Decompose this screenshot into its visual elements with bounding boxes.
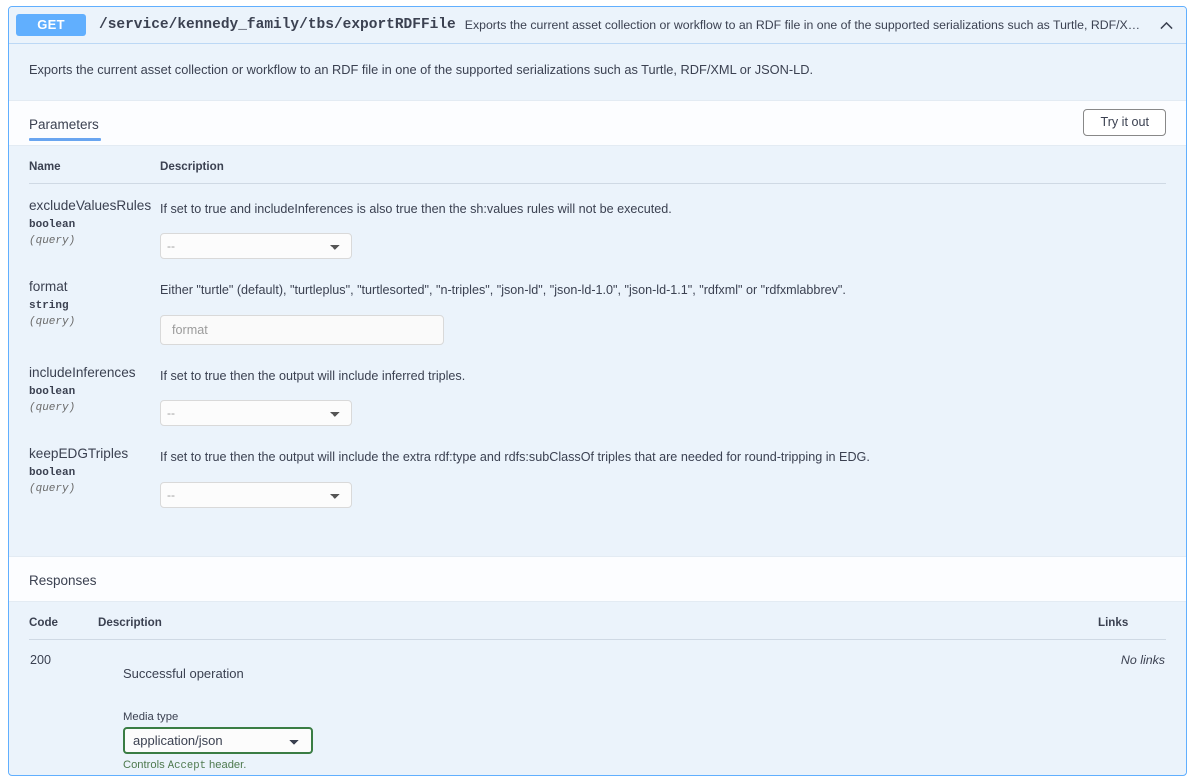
parameter-name-cell: excludeValuesRules boolean (query) xyxy=(29,183,160,265)
parameter-type: boolean xyxy=(29,386,160,398)
chevron-up-icon[interactable] xyxy=(1156,15,1176,35)
parameter-control-wrapper: -- xyxy=(160,482,1166,508)
parameter-location: (query) xyxy=(29,483,160,495)
parameter-name-cell: includeInferences boolean (query) xyxy=(29,351,160,433)
table-row: 200 Successful operation Media type appl… xyxy=(29,640,1166,774)
parameter-location: (query) xyxy=(29,316,160,328)
table-row: format string (query) Either "turtle" (d… xyxy=(29,265,1166,351)
media-hint-prefix: Controls xyxy=(123,759,168,771)
responses-section-header: Responses xyxy=(9,556,1186,602)
operation-block: GET /service/kennedy_family/tbs/exportRD… xyxy=(8,6,1187,776)
responses-title: Responses xyxy=(29,556,97,603)
table-row: excludeValuesRules boolean (query) If se… xyxy=(29,183,1166,265)
response-description-cell: Successful operation Media type applicat… xyxy=(98,640,1098,774)
responses-table-area: Code Description Links 200 Successful op… xyxy=(9,602,1186,773)
column-header-name: Name xyxy=(29,146,160,184)
parameter-description-cell: If set to true and includeInferences is … xyxy=(160,183,1166,265)
parameter-control-wrapper: -- xyxy=(160,400,1166,426)
parameter-name-cell: keepEDGTriples boolean (query) xyxy=(29,432,160,514)
operation-path: /service/kennedy_family/tbs/exportRDFFil… xyxy=(99,17,456,33)
parameters-table-header-row: Name Description xyxy=(29,146,1166,184)
parameter-description: If set to true then the output will incl… xyxy=(160,446,1166,467)
parameter-description: If set to true and includeInferences is … xyxy=(160,198,1166,219)
parameters-section-header: Parameters Try it out xyxy=(9,100,1186,146)
column-header-description: Description xyxy=(160,146,1166,184)
parameter-type: boolean xyxy=(29,219,160,231)
media-type-label: Media type xyxy=(123,711,1097,723)
column-header-links: Links xyxy=(1098,602,1166,640)
parameter-name: keepEDGTriples xyxy=(29,446,160,463)
includeinferences-select[interactable]: -- xyxy=(160,400,352,426)
table-row: keepEDGTriples boolean (query) If set to… xyxy=(29,432,1166,514)
operation-body: Exports the current asset collection or … xyxy=(9,43,1186,773)
keepedgtriples-select[interactable]: -- xyxy=(160,482,352,508)
media-type-block: Media type application/json Controls Acc… xyxy=(99,711,1097,772)
table-row: includeInferences boolean (query) If set… xyxy=(29,351,1166,433)
media-hint-suffix: header. xyxy=(206,759,246,771)
operation-description: Exports the current asset collection or … xyxy=(9,44,1186,100)
operation-summary-text: Exports the current asset collection or … xyxy=(465,18,1148,32)
response-links-cell: No links xyxy=(1098,640,1166,774)
tab-parameters[interactable]: Parameters xyxy=(29,99,99,146)
response-code-cell: 200 xyxy=(29,640,98,774)
media-hint-code: Accept xyxy=(168,760,206,772)
parameters-table-area: Name Description excludeValuesRules bool… xyxy=(9,146,1186,557)
http-method-badge: GET xyxy=(16,14,86,36)
column-header-response-description: Description xyxy=(98,602,1098,640)
parameters-table: Name Description excludeValuesRules bool… xyxy=(29,146,1166,515)
parameter-description-cell: If set to true then the output will incl… xyxy=(160,351,1166,433)
parameters-bottom-spacer xyxy=(29,514,1166,556)
parameter-type: string xyxy=(29,300,160,312)
parameter-description: Either "turtle" (default), "turtleplus",… xyxy=(160,279,1166,300)
parameter-location: (query) xyxy=(29,402,160,414)
excludevaluesrules-select[interactable]: -- xyxy=(160,233,352,259)
format-input[interactable] xyxy=(160,315,444,345)
operation-summary-header[interactable]: GET /service/kennedy_family/tbs/exportRD… xyxy=(9,7,1186,43)
parameter-description-cell: If set to true then the output will incl… xyxy=(160,432,1166,514)
responses-table: Code Description Links 200 Successful op… xyxy=(29,602,1166,773)
response-code: 200 xyxy=(30,653,97,667)
parameter-control-wrapper: -- xyxy=(160,233,1166,259)
media-type-hint: Controls Accept header. xyxy=(123,759,1097,772)
parameter-location: (query) xyxy=(29,235,160,247)
media-type-select[interactable]: application/json xyxy=(123,727,313,754)
parameter-name: excludeValuesRules xyxy=(29,198,160,215)
response-links: No links xyxy=(1099,653,1165,667)
try-it-out-button[interactable]: Try it out xyxy=(1083,109,1166,137)
parameter-description: If set to true then the output will incl… xyxy=(160,365,1166,386)
parameter-name-cell: format string (query) xyxy=(29,265,160,351)
parameter-control-wrapper xyxy=(160,315,1166,345)
parameter-name: includeInferences xyxy=(29,365,160,382)
responses-table-header-row: Code Description Links xyxy=(29,602,1166,640)
column-header-code: Code xyxy=(29,602,98,640)
parameter-description-cell: Either "turtle" (default), "turtleplus",… xyxy=(160,265,1166,351)
response-description: Successful operation xyxy=(99,653,1097,681)
parameter-name: format xyxy=(29,279,160,296)
parameter-type: boolean xyxy=(29,467,160,479)
